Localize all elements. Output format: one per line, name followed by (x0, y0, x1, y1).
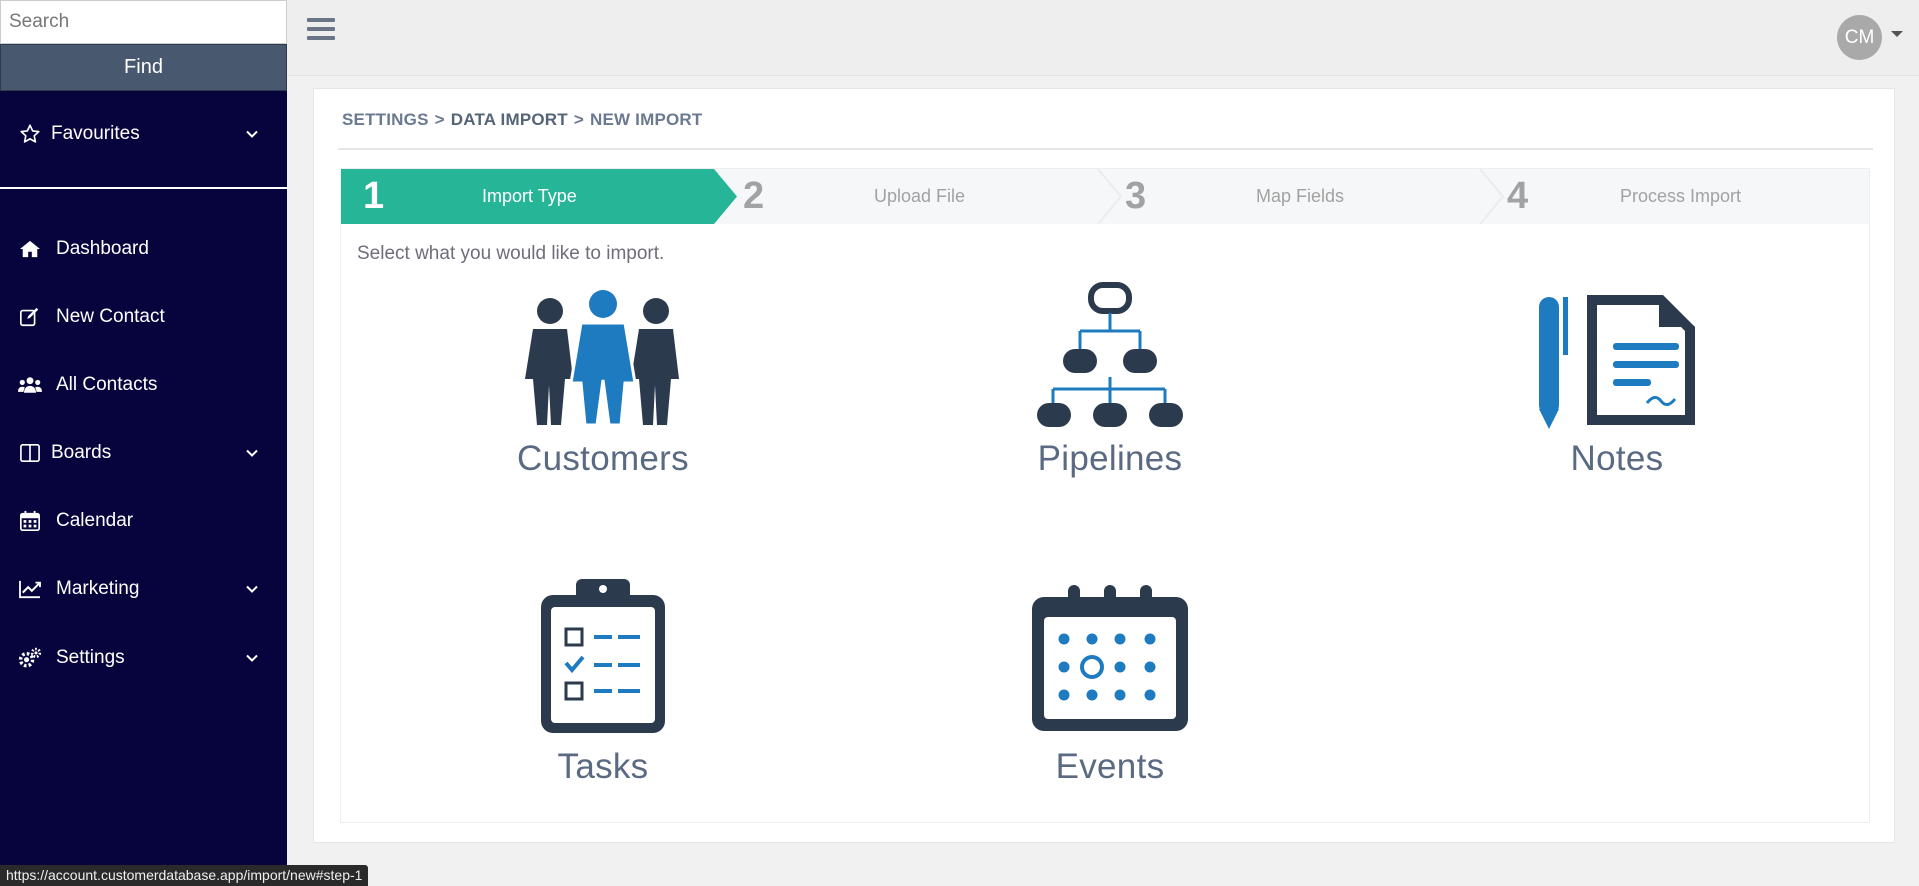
wizard-step-3[interactable]: 3 Map Fields (1123, 169, 1483, 224)
chevron-down-icon (246, 130, 258, 138)
sidebar-item-marketing[interactable]: Marketing (0, 563, 287, 615)
search-input[interactable] (0, 0, 287, 44)
chevron-down-icon (246, 449, 258, 457)
breadcrumb-data-import[interactable]: DATA IMPORT (451, 110, 568, 129)
wizard-step-4[interactable]: 4 Process Import (1505, 169, 1865, 224)
import-option-events[interactable]: Events (960, 577, 1260, 797)
step-label: Map Fields (1256, 186, 1345, 206)
tasks-icon (541, 579, 665, 733)
wizard-step-1[interactable]: 1 Import Type (341, 169, 721, 224)
pipelines-icon (1037, 282, 1183, 427)
breadcrumb-divider (338, 148, 1873, 150)
step-label: Upload File (874, 186, 966, 206)
step-number: 1 (363, 175, 385, 217)
breadcrumb-separator: > (573, 110, 584, 129)
sidebar-item-label: Boards (51, 442, 112, 463)
caret-down-icon[interactable] (1891, 31, 1903, 37)
step-number: 2 (743, 175, 765, 217)
import-wizard: 1 Import Type 2 Upload File 3 Map Fields… (340, 168, 1870, 823)
customers-icon (525, 290, 679, 427)
sidebar-item-calendar[interactable]: Calendar (0, 495, 287, 547)
option-label: Notes (1570, 439, 1664, 478)
step-number: 3 (1125, 175, 1147, 217)
breadcrumb-settings[interactable]: SETTINGS (342, 110, 429, 129)
chevron-down-icon (246, 654, 258, 662)
sidebar-item-all-contacts[interactable]: All Contacts (0, 359, 287, 411)
option-label: Pipelines (1037, 439, 1183, 478)
option-label: Events (1055, 747, 1165, 786)
step-label: Import Type (482, 186, 577, 206)
sidebar-item-dashboard[interactable]: Dashboard (0, 223, 287, 275)
find-button[interactable]: Find (0, 44, 287, 91)
sidebar-item-label: Dashboard (56, 238, 149, 259)
step-label: Process Import (1620, 186, 1742, 206)
chevron-down-icon (246, 585, 258, 593)
option-label: Customers (517, 439, 689, 478)
sidebar-item-new-contact[interactable]: New Contact (0, 291, 287, 343)
sidebar: Find Favourites Dashboard New Contact Al… (0, 0, 287, 886)
wizard-step-2[interactable]: 2 Upload File (741, 169, 1101, 224)
users-icon (18, 373, 42, 397)
wizard-steps: 1 Import Type 2 Upload File 3 Map Fields… (341, 169, 1869, 224)
status-bar-url: https://account.customerdatabase.app/imp… (0, 865, 369, 886)
calendar-icon (18, 509, 42, 533)
star-icon (18, 122, 42, 146)
chart-line-icon (18, 577, 42, 601)
edit-icon (18, 305, 42, 329)
sidebar-item-label: Marketing (56, 578, 140, 599)
import-prompt: Select what you would like to import. (357, 243, 665, 264)
topbar: CM (287, 0, 1919, 76)
breadcrumb: SETTINGS > DATA IMPORT > NEW IMPORT (342, 110, 702, 130)
events-icon (1032, 585, 1188, 731)
sidebar-item-label: New Contact (56, 306, 165, 327)
sidebar-item-label: All Contacts (56, 374, 158, 395)
gears-icon (18, 646, 42, 670)
home-icon (18, 237, 42, 261)
notes-icon (1539, 295, 1695, 429)
sidebar-item-label: Favourites (51, 123, 140, 144)
avatar[interactable]: CM (1837, 15, 1882, 60)
import-option-customers[interactable]: Customers (453, 289, 753, 509)
main-card: SETTINGS > DATA IMPORT > NEW IMPORT 1 Import… (313, 88, 1895, 843)
import-option-tasks[interactable]: Tasks (453, 577, 753, 797)
breadcrumb-separator: > (434, 110, 445, 129)
sidebar-item-label: Settings (56, 647, 125, 668)
sidebar-item-favourites[interactable]: Favourites (0, 108, 287, 160)
sidebar-item-label: Calendar (56, 510, 134, 531)
import-option-pipelines[interactable]: Pipelines (960, 282, 1260, 509)
import-option-notes[interactable]: Notes (1467, 289, 1767, 509)
step-number: 4 (1507, 175, 1529, 217)
sidebar-item-settings[interactable]: Settings (0, 632, 287, 684)
sidebar-divider (0, 187, 287, 189)
hamburger-menu-icon[interactable] (307, 18, 335, 44)
sidebar-item-boards[interactable]: Boards (0, 427, 287, 479)
columns-icon (18, 441, 42, 465)
option-label: Tasks (557, 747, 649, 786)
breadcrumb-new-import: NEW IMPORT (589, 110, 703, 129)
